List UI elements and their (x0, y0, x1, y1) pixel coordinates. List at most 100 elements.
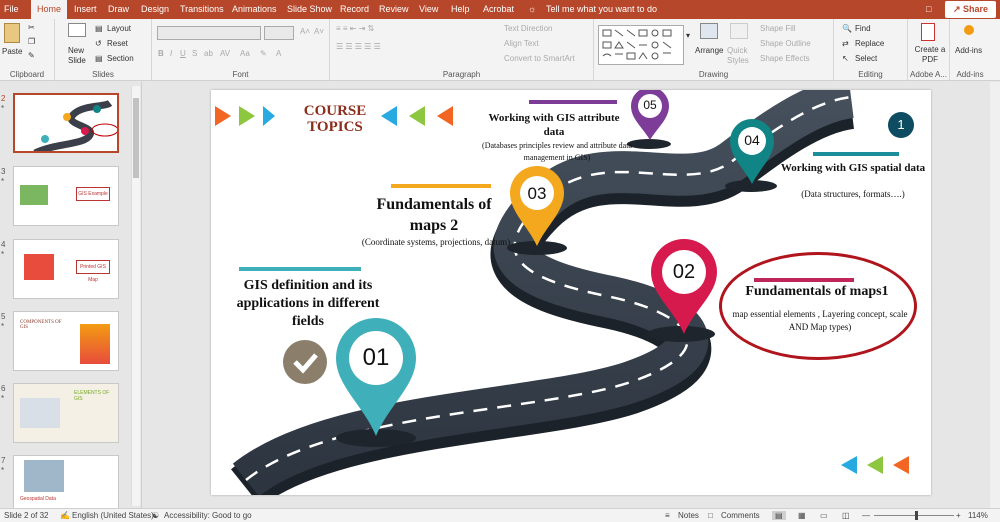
section-button[interactable]: Section (107, 54, 134, 63)
reading-view-icon[interactable]: ▭ (820, 511, 828, 520)
convert-smartart-button[interactable]: Convert to SmartArt (504, 54, 575, 63)
course-topics-title: COURSE TOPICS (303, 103, 367, 135)
spellcheck-icon[interactable]: ✍ (60, 511, 70, 520)
shape-outline-button[interactable]: Shape Outline (760, 39, 811, 48)
comment-icon[interactable]: □ (926, 0, 931, 19)
topic-02-bar (754, 278, 854, 282)
slide-sorter-icon[interactable]: ▦ (798, 511, 806, 520)
thumbnail-scrollbar[interactable] (131, 86, 140, 506)
thumbnail-slide-5[interactable]: COMPONENTS OF GIS (13, 311, 119, 371)
quick-styles-button[interactable]: Quick Styles (727, 46, 753, 66)
copy-icon[interactable]: ❐ (28, 37, 35, 46)
new-slide-icon[interactable] (68, 23, 86, 37)
thumb-star: * (1, 394, 5, 403)
shadow-icon[interactable]: S (192, 49, 197, 58)
text-direction-button[interactable]: Text Direction (504, 24, 552, 33)
topic-02-detail: map essential elements , Layering concep… (732, 309, 908, 332)
accessibility-status[interactable]: Accessibility: Good to go (164, 511, 252, 520)
format-painter-icon[interactable]: ✎ (28, 51, 35, 60)
bold-icon[interactable]: B (158, 49, 164, 58)
comments-button[interactable]: Comments (721, 511, 760, 520)
font-grow-icon[interactable]: A˄ (300, 27, 310, 36)
tab-transitions[interactable]: Transitions (180, 0, 224, 19)
underline-icon[interactable]: U (180, 49, 186, 58)
font-size-box[interactable] (264, 26, 294, 40)
tab-review[interactable]: Review (379, 0, 409, 19)
spacing-icon[interactable]: AV (220, 49, 230, 58)
find-button[interactable]: Find (855, 24, 871, 33)
language-status[interactable]: English (United States) (72, 511, 154, 520)
gallery-more-icon[interactable]: ▾ (686, 31, 690, 40)
scrollbar-thumb[interactable] (133, 98, 139, 178)
pin-05-number: 05 (643, 98, 657, 112)
tab-draw[interactable]: Draw (108, 0, 129, 19)
case-icon[interactable]: Aa (240, 49, 250, 58)
comments-icon: □ (708, 511, 713, 520)
paste-icon[interactable] (4, 23, 20, 43)
notes-icon: ≡ (665, 511, 670, 520)
zoom-in-icon[interactable]: + (956, 511, 961, 520)
thumbnail-slide-6[interactable]: ELEMENTS OF GIS (13, 383, 119, 443)
checkmark-icon (283, 340, 327, 384)
font-name-box[interactable] (157, 26, 261, 40)
font-color-icon[interactable]: A (276, 49, 281, 58)
topic-01-bar (239, 267, 361, 271)
addins-group: Add-ins Add-ins (950, 19, 990, 81)
section-icon: ▤ (95, 54, 103, 63)
reset-button[interactable]: Reset (107, 39, 128, 48)
strikethrough-icon[interactable]: ab (204, 49, 213, 58)
tab-acrobat[interactable]: Acrobat (483, 0, 514, 19)
thumb-star: * (1, 250, 5, 259)
thumb-layers-icon (24, 460, 64, 492)
topic-02-highlight-ellipse (719, 252, 917, 360)
tab-help[interactable]: Help (451, 0, 470, 19)
normal-view-icon[interactable]: ▤ (772, 511, 786, 520)
topic-03-detail: (Coordinate systems, projections, datum) (361, 237, 511, 247)
tab-insert[interactable]: Insert (74, 0, 97, 19)
tab-animations[interactable]: Animations (232, 0, 277, 19)
pin-03-number: 03 (527, 184, 547, 203)
thumbnail-slide-4[interactable]: Printed GIS Map (13, 239, 119, 299)
cut-icon[interactable]: ✂ (28, 23, 35, 32)
addins-label: Add-ins (956, 70, 984, 79)
align-text-button[interactable]: Align Text (504, 39, 539, 48)
shape-effects-button[interactable]: Shape Effects (760, 54, 810, 63)
slideshow-icon[interactable]: ◫ (842, 511, 850, 520)
replace-button[interactable]: Replace (855, 39, 884, 48)
create-pdf-button[interactable]: Create a PDF (914, 45, 946, 65)
thumbnail-slide-7[interactable]: Geospatial Data (13, 455, 119, 515)
tab-view[interactable]: View (419, 0, 438, 19)
select-button[interactable]: Select (855, 54, 877, 63)
bullets-icon[interactable]: ≡ ≡ ⇤ ⇥ ⇅ (336, 24, 374, 33)
notes-button[interactable]: Notes (678, 511, 699, 520)
tab-file[interactable]: File (4, 0, 19, 19)
arrange-button[interactable]: Arrange (695, 46, 723, 55)
slide-canvas[interactable]: COURSE TOPICS 1 GIS definition and its a… (211, 90, 931, 495)
tab-design[interactable]: Design (141, 0, 169, 19)
layout-button[interactable]: Layout (107, 24, 131, 33)
thumb-caption: ELEMENTS OF GIS (74, 390, 110, 402)
new-slide-button[interactable]: New Slide (68, 46, 90, 66)
italic-icon[interactable]: I (170, 49, 172, 58)
paste-button[interactable]: Paste (2, 47, 22, 56)
thumbnail-slide-3[interactable]: GIS Example (13, 166, 119, 226)
editor-scrollbar[interactable] (990, 82, 1000, 508)
zoom-out-icon[interactable]: — (862, 511, 870, 520)
zoom-slider[interactable] (874, 515, 954, 516)
thumb-road-icon (33, 99, 117, 151)
zoom-level[interactable]: 114% (968, 511, 988, 520)
tab-record[interactable]: Record (340, 0, 369, 19)
tell-me-search[interactable]: Tell me what you want to do (546, 0, 657, 19)
shapes-gallery[interactable] (598, 25, 684, 65)
tab-home[interactable]: Home (31, 0, 68, 19)
shape-fill-button[interactable]: Shape Fill (760, 24, 796, 33)
tab-slide-show[interactable]: Slide Show (287, 0, 332, 19)
share-button[interactable]: ↗ Share (944, 1, 996, 18)
align-icons[interactable]: ☰ ☰ ☰ ☰ ☰ (336, 42, 381, 51)
zoom-slider-thumb[interactable] (915, 511, 918, 520)
font-shrink-icon[interactable]: A˅ (314, 27, 324, 36)
drawing-group: ▾ Arrange Quick Styles Shape Fill Shape … (594, 19, 834, 81)
addins-button[interactable]: Add-ins (955, 46, 982, 55)
thumbnail-slide-2[interactable] (13, 93, 119, 153)
highlight-icon[interactable]: ✎ (260, 49, 267, 58)
